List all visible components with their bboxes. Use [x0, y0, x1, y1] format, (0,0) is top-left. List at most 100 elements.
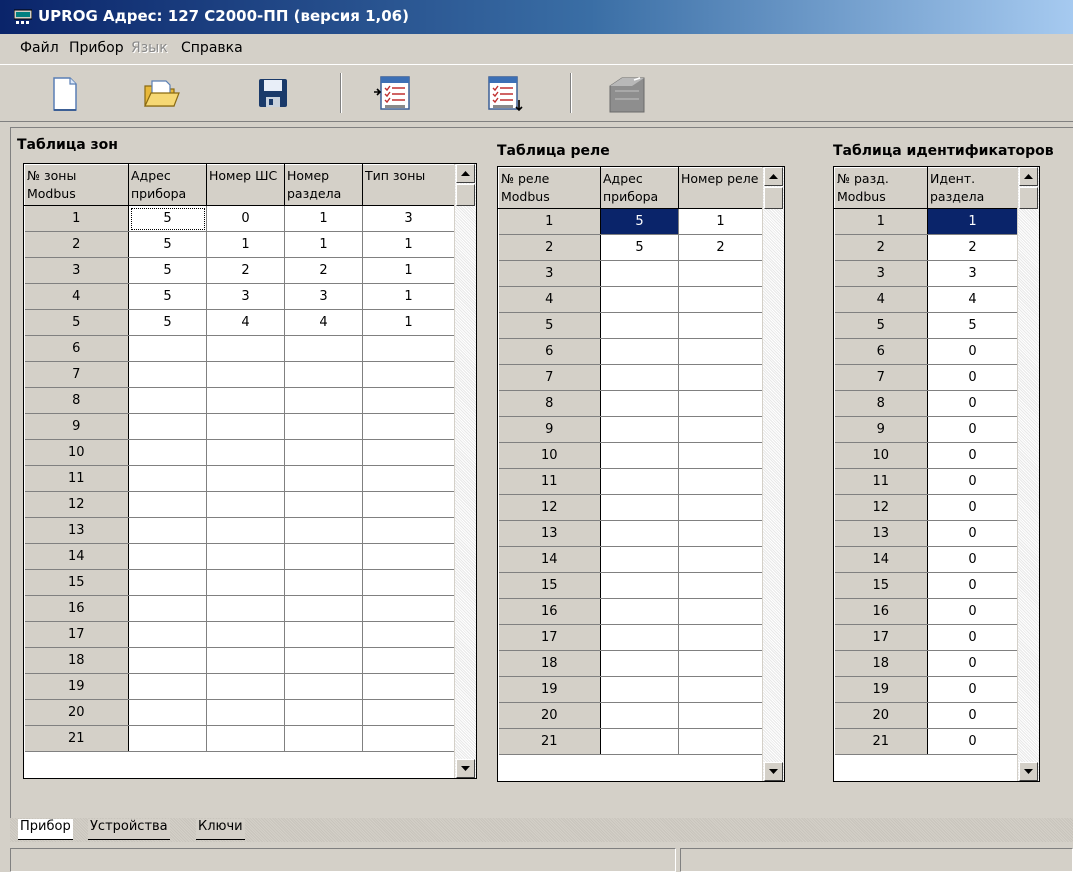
zones-column-header[interactable]: Номер ШС	[206, 164, 285, 206]
table-cell[interactable]: 1	[206, 231, 285, 258]
scroll-thumb[interactable]	[456, 184, 475, 206]
table-cell[interactable]	[678, 286, 763, 313]
scroll-up-button[interactable]	[1019, 167, 1038, 186]
table-cell[interactable]	[128, 361, 207, 388]
menu-language[interactable]: Язык	[131, 40, 168, 56]
table-cell[interactable]	[678, 598, 763, 625]
table-cell[interactable]	[362, 465, 455, 492]
zones-column-header[interactable]: Тип зоны	[362, 164, 455, 206]
open-file-button[interactable]	[130, 70, 186, 116]
table-cell[interactable]	[284, 413, 363, 440]
table-cell[interactable]	[362, 361, 455, 388]
table-cell[interactable]	[600, 676, 679, 703]
idents-column-header[interactable]: Идент. раздела	[927, 167, 1018, 209]
table-cell[interactable]	[284, 647, 363, 674]
table-cell[interactable]: 1	[362, 257, 455, 284]
menu-file[interactable]: Файл	[20, 40, 59, 56]
relays-column-header[interactable]: Адрес прибора	[600, 167, 679, 209]
table-cell[interactable]: 0	[927, 624, 1018, 651]
relays-column-header[interactable]: № реле Modbus	[498, 167, 601, 209]
table-cell[interactable]: 0	[927, 390, 1018, 417]
table-cell[interactable]	[600, 468, 679, 495]
table-cell[interactable]: 0	[927, 728, 1018, 755]
relays-scrollbar[interactable]	[762, 167, 784, 781]
table-cell[interactable]: 0	[927, 494, 1018, 521]
table-cell[interactable]	[678, 728, 763, 755]
table-cell[interactable]	[284, 439, 363, 466]
table-cell[interactable]	[206, 335, 285, 362]
table-cell[interactable]: 0	[927, 650, 1018, 677]
table-cell[interactable]	[284, 543, 363, 570]
table-cell[interactable]	[678, 494, 763, 521]
table-cell[interactable]: 1	[927, 208, 1018, 235]
table-cell[interactable]	[206, 491, 285, 518]
table-cell[interactable]: 0	[927, 442, 1018, 469]
table-cell[interactable]: 5	[600, 208, 679, 235]
table-cell[interactable]: 2	[206, 257, 285, 284]
read-from-device-button[interactable]	[360, 70, 416, 116]
menu-device[interactable]: Прибор	[69, 40, 124, 56]
table-cell[interactable]	[128, 439, 207, 466]
table-cell[interactable]: 1	[362, 283, 455, 310]
table-cell[interactable]	[600, 260, 679, 287]
table-cell[interactable]	[206, 543, 285, 570]
table-cell[interactable]	[284, 673, 363, 700]
table-cell[interactable]	[284, 569, 363, 596]
table-cell[interactable]: 4	[284, 309, 363, 336]
table-cell[interactable]: 3	[362, 205, 455, 232]
table-cell[interactable]	[284, 595, 363, 622]
idents-grid[interactable]: № разд. Modbus Идент. раздела 1 1 2 2 3 3 4 4 5 5 6 0…	[833, 166, 1040, 782]
table-cell[interactable]	[362, 439, 455, 466]
table-cell[interactable]: 0	[927, 364, 1018, 391]
table-cell[interactable]	[600, 520, 679, 547]
table-cell[interactable]: 4	[206, 309, 285, 336]
table-cell[interactable]: 3	[206, 283, 285, 310]
table-cell[interactable]	[600, 572, 679, 599]
table-cell[interactable]	[600, 650, 679, 677]
table-cell[interactable]	[678, 312, 763, 339]
table-cell[interactable]: 1	[284, 231, 363, 258]
table-cell[interactable]	[284, 517, 363, 544]
table-cell[interactable]	[362, 491, 455, 518]
table-cell[interactable]	[600, 442, 679, 469]
tab-keys[interactable]: Ключи	[196, 819, 245, 840]
scroll-down-button[interactable]	[764, 762, 783, 781]
table-cell[interactable]	[128, 699, 207, 726]
table-cell[interactable]	[128, 569, 207, 596]
table-cell[interactable]	[128, 335, 207, 362]
table-cell[interactable]	[206, 387, 285, 414]
table-cell[interactable]	[362, 413, 455, 440]
table-cell[interactable]: 5	[927, 312, 1018, 339]
table-cell[interactable]	[600, 546, 679, 573]
table-cell[interactable]	[678, 546, 763, 573]
table-cell[interactable]	[128, 543, 207, 570]
table-cell[interactable]	[362, 673, 455, 700]
table-cell[interactable]	[284, 465, 363, 492]
table-cell[interactable]: 1	[362, 309, 455, 336]
scroll-thumb[interactable]	[764, 187, 783, 209]
table-cell[interactable]: 0	[927, 676, 1018, 703]
table-cell[interactable]: 1	[362, 231, 455, 258]
table-cell[interactable]	[284, 361, 363, 388]
table-cell[interactable]	[678, 676, 763, 703]
table-cell[interactable]	[284, 699, 363, 726]
table-cell[interactable]	[362, 621, 455, 648]
tab-device[interactable]: Прибор	[18, 819, 73, 840]
table-cell[interactable]	[362, 595, 455, 622]
table-cell[interactable]	[284, 335, 363, 362]
table-cell[interactable]	[128, 621, 207, 648]
table-cell[interactable]: 1	[678, 208, 763, 235]
table-cell[interactable]	[206, 517, 285, 544]
table-cell[interactable]	[600, 416, 679, 443]
table-cell[interactable]	[206, 595, 285, 622]
table-cell[interactable]	[600, 728, 679, 755]
scroll-down-button[interactable]	[456, 759, 475, 778]
table-cell[interactable]	[128, 465, 207, 492]
table-cell[interactable]	[362, 725, 455, 752]
table-cell[interactable]	[600, 364, 679, 391]
table-cell[interactable]: 0	[206, 205, 285, 232]
table-cell[interactable]: 3	[284, 283, 363, 310]
table-cell[interactable]	[206, 465, 285, 492]
scroll-up-button[interactable]	[764, 167, 783, 186]
table-cell[interactable]	[678, 702, 763, 729]
